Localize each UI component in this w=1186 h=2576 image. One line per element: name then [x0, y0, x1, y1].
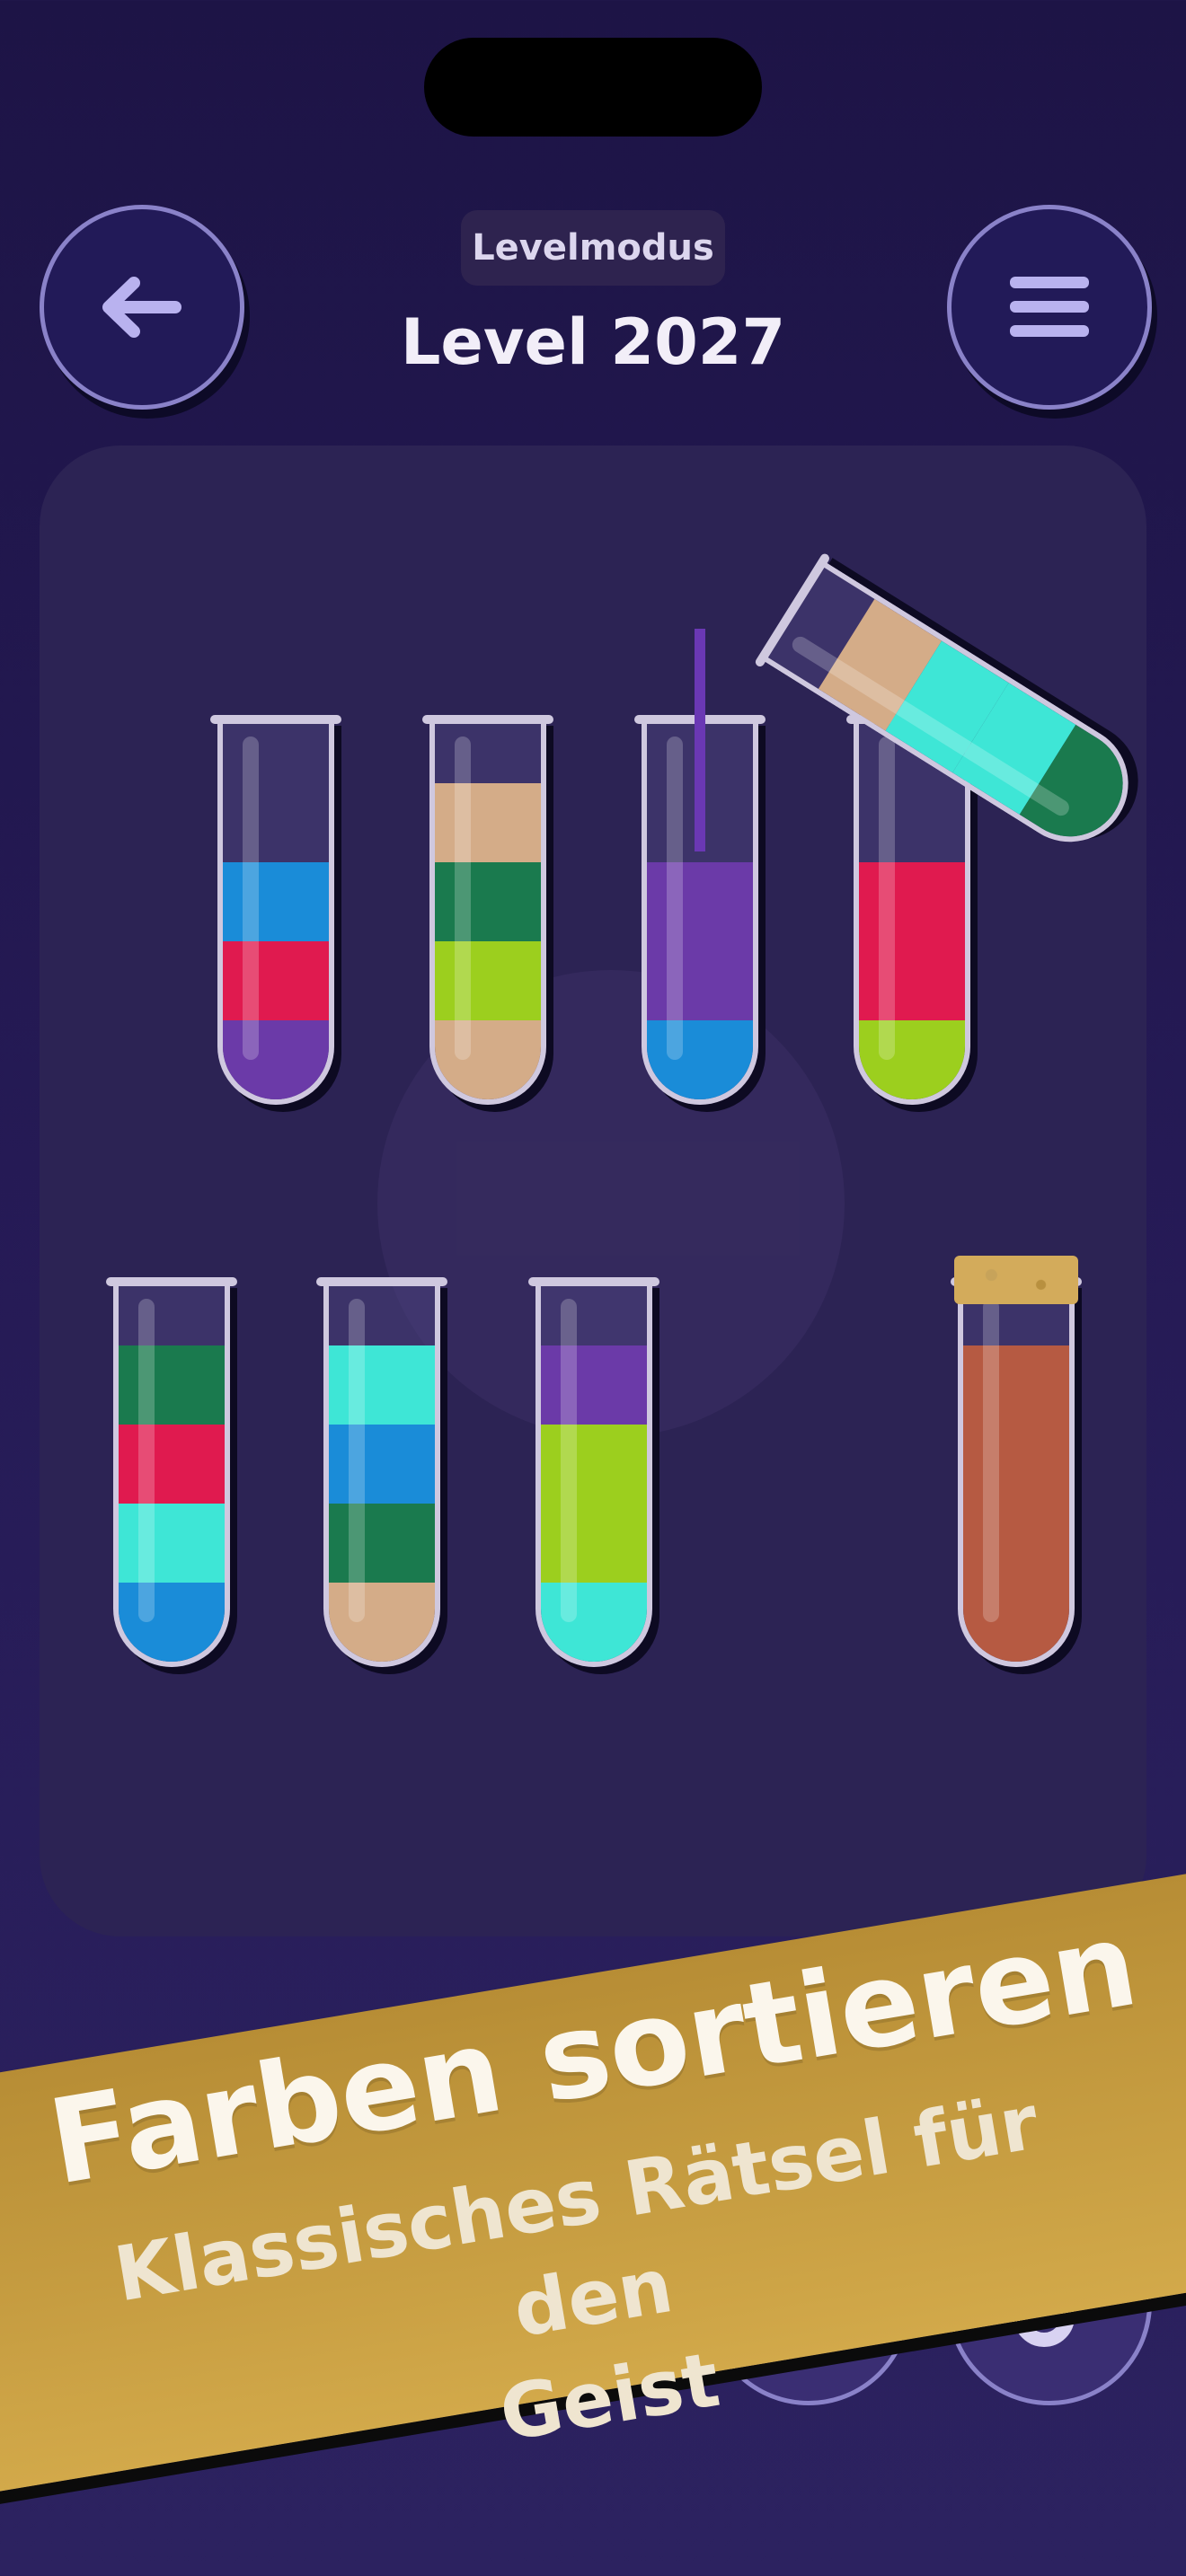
- liquid-layer-tan: [435, 1020, 541, 1099]
- menu-button[interactable]: [947, 205, 1152, 410]
- liquid-layer-lime: [541, 1425, 647, 1504]
- liquid-layer-cyan: [541, 1583, 647, 1662]
- tube-8[interactable]: [951, 1256, 1082, 1667]
- cork-stopper: [954, 1256, 1078, 1304]
- liquid-layer-purple: [647, 862, 753, 941]
- tube-rim: [210, 715, 341, 724]
- tube-rim: [528, 1277, 659, 1286]
- liquid-layer-blue: [647, 1020, 753, 1099]
- liquid-layer-red: [859, 862, 965, 941]
- liquid-layer-tan: [435, 783, 541, 862]
- tube-2[interactable]: [422, 715, 553, 1105]
- tube-glass: [958, 1281, 1075, 1667]
- liquid-layer-brown: [963, 1583, 1069, 1662]
- tube-5[interactable]: [106, 1277, 237, 1667]
- liquid-layer-red: [859, 941, 965, 1020]
- arrow-left-icon: [102, 277, 181, 338]
- tube-glass: [429, 719, 546, 1105]
- liquid-layer-red: [119, 1425, 225, 1504]
- liquid-layer-red: [223, 941, 329, 1020]
- liquid-layer-blue: [329, 1425, 435, 1504]
- liquid-layer-blue: [223, 862, 329, 941]
- liquid-layer-lime: [859, 1020, 965, 1099]
- liquid-layer-lime: [541, 1504, 647, 1583]
- tube-1[interactable]: [210, 715, 341, 1105]
- liquid-layer-brown: [963, 1504, 1069, 1583]
- liquid-layer-cyan: [329, 1345, 435, 1425]
- liquid-layer-green: [435, 862, 541, 941]
- tube-glass: [217, 719, 334, 1105]
- hamburger-menu-icon: [1010, 277, 1089, 337]
- tube-rim: [106, 1277, 237, 1286]
- tube-glass: [113, 1281, 230, 1667]
- tube-rim: [422, 715, 553, 724]
- tube-rim: [316, 1277, 447, 1286]
- pour-stream: [695, 629, 705, 851]
- mode-badge: Levelmodus: [461, 210, 725, 286]
- liquid-layer-green: [329, 1504, 435, 1583]
- tube-7[interactable]: [528, 1277, 659, 1667]
- liquid-layer-brown: [963, 1425, 1069, 1504]
- level-title: Level 2027: [400, 305, 786, 379]
- liquid-layer-lime: [435, 941, 541, 1020]
- liquid-layer-brown: [963, 1345, 1069, 1425]
- tube-6[interactable]: [316, 1277, 447, 1667]
- tube-glass: [535, 1281, 652, 1667]
- back-button[interactable]: [40, 205, 244, 410]
- liquid-layer-tan: [329, 1583, 435, 1662]
- tube-glass: [323, 1281, 440, 1667]
- liquid-layer-purple: [541, 1345, 647, 1425]
- liquid-layer-green: [119, 1345, 225, 1425]
- dynamic-island: [424, 38, 762, 137]
- liquid-layer-purple: [223, 1020, 329, 1099]
- liquid-layer-cyan: [119, 1504, 225, 1583]
- liquid-layer-blue: [119, 1583, 225, 1662]
- liquid-layer-purple: [647, 941, 753, 1020]
